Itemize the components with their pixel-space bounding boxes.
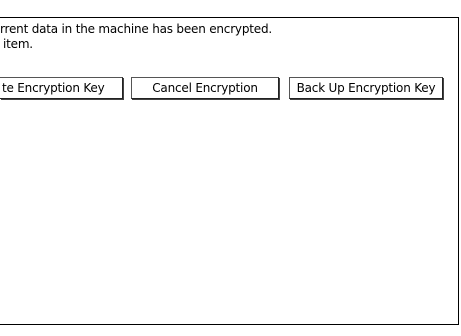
back-up-encryption-key-button[interactable]: Back Up Encryption Key bbox=[289, 77, 443, 99]
status-message-line-1: rrent data in the machine has been encry… bbox=[0, 22, 272, 36]
cancel-encryption-button[interactable]: Cancel Encryption bbox=[131, 77, 279, 99]
encryption-settings-screen: rrent data in the machine has been encry… bbox=[0, 0, 461, 336]
status-message-line-2: item. bbox=[3, 37, 33, 51]
update-encryption-key-button[interactable]: te Encryption Key bbox=[0, 77, 123, 99]
status-message: rrent data in the machine has been encry… bbox=[0, 22, 272, 52]
content-panel bbox=[0, 17, 459, 325]
